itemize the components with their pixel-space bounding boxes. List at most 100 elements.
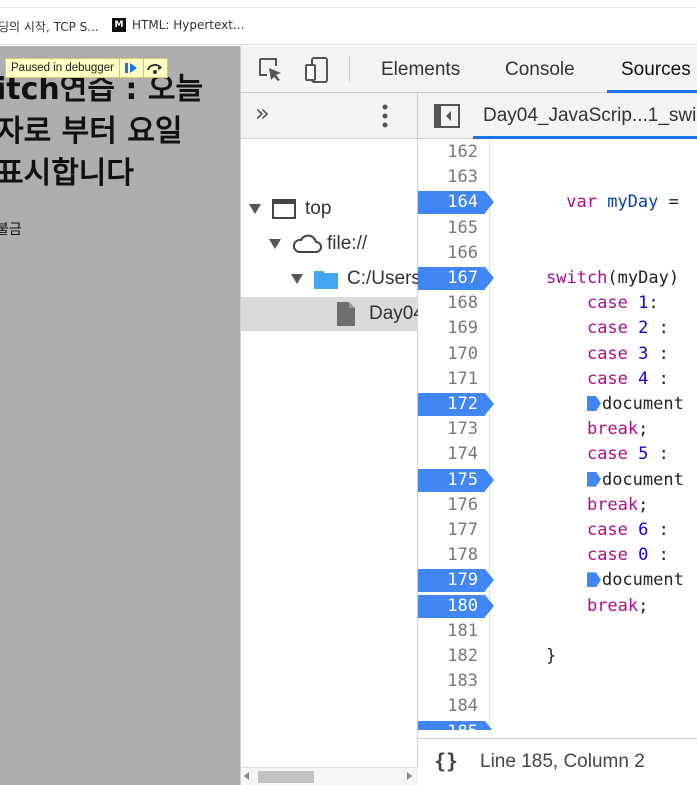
paused-label: Paused in debugger <box>11 62 114 74</box>
bookmarks-bar: 딩의 시작, TCP S... M HTML: Hypertext... <box>0 8 697 45</box>
code-line: 182} <box>418 644 697 669</box>
code-token: case <box>586 545 628 566</box>
line-number[interactable]: 162 <box>418 140 484 165</box>
folder-icon <box>314 271 338 289</box>
tree-label: top <box>305 198 332 219</box>
open-file-tab[interactable]: Day04_JavaScrip...1_swi <box>472 93 697 139</box>
tab-console[interactable]: Console <box>505 46 575 93</box>
code-text: } <box>546 644 556 669</box>
line-number[interactable]: 178 <box>418 543 484 568</box>
tree-label: C:/Users <box>347 268 421 289</box>
inline-breakpoint-icon[interactable] <box>586 471 601 487</box>
scrollbar-thumb[interactable] <box>258 771 314 783</box>
line-number[interactable]: 180 <box>418 594 484 619</box>
line-number[interactable]: 169 <box>418 316 484 341</box>
bookmark-item[interactable]: 딩의 시작, TCP S... <box>0 18 99 35</box>
code-token: switch <box>546 268 608 288</box>
code-text: var myDay = <box>556 190 689 215</box>
paused-in-debugger-banner: Paused in debugger <box>5 58 168 78</box>
device-toolbar-icon[interactable] <box>303 56 331 88</box>
inline-breakpoint-icon[interactable] <box>586 572 601 588</box>
code-token: case <box>586 318 628 339</box>
code-text: document <box>546 392 684 417</box>
scroll-right-icon[interactable] <box>407 772 412 780</box>
code-text: case 5 : <box>546 442 669 467</box>
code-text: break; <box>546 417 648 442</box>
expand-arrow-icon <box>249 204 261 214</box>
cursor-position: Line 185, Column 2 <box>480 751 645 772</box>
line-number[interactable]: 184 <box>418 694 484 719</box>
code-lines: 162 163 164 var myDay = 165 166 167 switch(my… <box>418 140 697 730</box>
code-line: 162 <box>418 140 697 165</box>
toggle-navigator-icon[interactable] <box>434 104 460 132</box>
line-number[interactable]: 183 <box>418 669 484 694</box>
code-token: case <box>586 368 628 389</box>
code-token: 3 <box>638 343 649 364</box>
line-number[interactable]: 168 <box>418 291 484 316</box>
code-text: document <box>546 468 684 493</box>
code-token: ; <box>638 419 649 440</box>
line-number[interactable]: 173 <box>418 417 484 442</box>
more-options-icon[interactable] <box>381 103 389 133</box>
code-text: break; <box>546 493 648 518</box>
line-number[interactable]: 164 <box>418 190 484 215</box>
bookmark-label: HTML: Hypertext... <box>132 18 245 32</box>
bookmark-item[interactable]: M HTML: Hypertext... <box>112 18 244 32</box>
resume-button[interactable] <box>118 59 143 77</box>
tree-item-folder[interactable]: C:/Users <box>291 262 421 296</box>
line-number[interactable]: 181 <box>418 619 484 644</box>
code-token: break <box>586 595 639 616</box>
code-text: break; <box>546 594 648 619</box>
code-token: 6 <box>638 520 649 540</box>
line-number[interactable]: 163 <box>418 165 484 190</box>
tab-elements[interactable]: Elements <box>381 46 460 93</box>
line-number[interactable]: 167 <box>418 266 484 291</box>
code-text: case 6 : <box>546 518 669 543</box>
code-token: 0 <box>638 545 649 566</box>
code-line: 164 var myDay = <box>418 190 697 215</box>
file-icon <box>337 302 355 326</box>
line-number[interactable]: 170 <box>418 342 484 367</box>
inspect-element-icon[interactable] <box>257 56 283 86</box>
code-line: 178 case 0 : <box>418 543 697 568</box>
tree-item-file[interactable]: file:// <box>269 227 367 261</box>
line-number[interactable]: 175 <box>418 468 484 493</box>
line-number[interactable]: 176 <box>418 493 484 518</box>
line-number[interactable]: 179 <box>418 568 484 593</box>
line-number[interactable]: 166 <box>418 241 484 266</box>
scroll-left-icon[interactable] <box>244 772 249 780</box>
horizontal-scrollbar[interactable] <box>241 767 418 785</box>
code-line: 171 case 4 : <box>418 367 697 392</box>
line-number[interactable]: 165 <box>418 216 484 241</box>
pretty-print-button[interactable]: {} <box>434 749 458 773</box>
line-number[interactable]: 172 <box>418 392 484 417</box>
cloud-icon <box>292 234 322 253</box>
line-number[interactable]: 171 <box>418 367 484 392</box>
tab-sources[interactable]: Sources <box>607 46 697 93</box>
code-token: document <box>601 469 684 490</box>
code-token: break <box>586 494 639 515</box>
line-number[interactable]: 182 <box>418 644 484 669</box>
code-line: 165 <box>418 216 697 241</box>
code-line: 168 case 1: <box>418 291 697 316</box>
code-line: 167 switch(myDay) <box>418 266 697 291</box>
tree-item-top[interactable]: top <box>249 192 331 226</box>
line-number[interactable]: 177 <box>418 518 484 543</box>
line-number[interactable]: 185 <box>418 720 484 730</box>
inline-breakpoint-icon[interactable] <box>586 396 601 411</box>
code-token: : <box>648 368 669 389</box>
more-tabs-button[interactable]: » <box>255 99 270 127</box>
page-viewport: itch연습 : 오늘 자로 부터 요일 표시합니다 불금 Paused in … <box>0 46 240 785</box>
tree-item-day04[interactable]: Day04 <box>335 297 424 331</box>
step-over-button[interactable] <box>142 59 167 77</box>
code-token: ; <box>638 595 649 616</box>
toolbar-divider <box>349 56 350 82</box>
line-number[interactable]: 174 <box>418 442 484 467</box>
